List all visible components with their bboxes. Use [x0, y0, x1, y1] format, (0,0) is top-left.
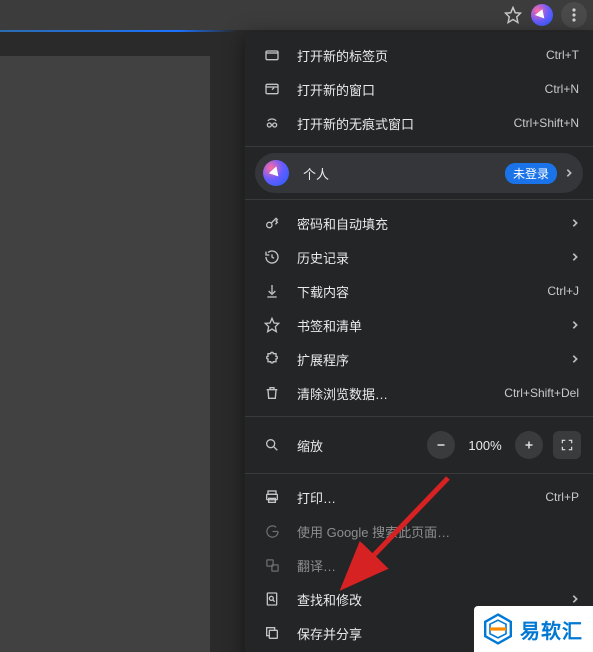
watermark-logo-icon	[482, 613, 514, 645]
kebab-menu-button[interactable]	[561, 2, 587, 28]
menu-item-bookmarks[interactable]: 书签和清单	[245, 308, 593, 342]
menu-item-downloads[interactable]: 下载内容 Ctrl+J	[245, 274, 593, 308]
menu-separator	[245, 416, 593, 417]
zoom-label: 缩放	[297, 436, 427, 455]
print-icon	[261, 489, 283, 505]
puzzle-icon	[261, 351, 283, 367]
chevron-right-icon	[571, 218, 579, 228]
menu-item-clear-data[interactable]: 清除浏览数据… Ctrl+Shift+Del	[245, 376, 593, 410]
profile-label: 个人	[303, 164, 505, 183]
menu-label: 密码和自动填充	[297, 214, 565, 233]
menu-label: 打开新的无痕式窗口	[297, 114, 514, 133]
search-page-icon	[261, 591, 283, 607]
star-icon	[261, 317, 283, 333]
profile-avatar-icon[interactable]	[531, 4, 553, 26]
fullscreen-button[interactable]	[553, 431, 581, 459]
menu-item-new-window[interactable]: 打开新的窗口 Ctrl+N	[245, 72, 593, 106]
menu-label: 打印…	[297, 488, 545, 507]
history-icon	[261, 249, 283, 265]
menu-item-print[interactable]: 打印… Ctrl+P	[245, 480, 593, 514]
key-icon	[261, 215, 283, 231]
zoom-value: 100%	[465, 438, 505, 453]
zoom-out-button[interactable]	[427, 431, 455, 459]
copy-icon	[261, 625, 283, 641]
menu-item-incognito[interactable]: 打开新的无痕式窗口 Ctrl+Shift+N	[245, 106, 593, 140]
menu-label: 下载内容	[297, 282, 547, 301]
zoom-icon	[261, 437, 283, 453]
menu-shortcut: Ctrl+J	[547, 284, 579, 298]
menu-separator	[245, 473, 593, 474]
menu-separator	[245, 199, 593, 200]
menu-label: 扩展程序	[297, 350, 565, 369]
incognito-icon	[261, 115, 283, 131]
watermark-text: 易软汇	[520, 615, 583, 644]
menu-label: 打开新的标签页	[297, 46, 546, 65]
menu-item-history[interactable]: 历史记录	[245, 240, 593, 274]
menu-label: 历史记录	[297, 248, 565, 267]
translate-icon	[261, 558, 283, 573]
main-menu-dropdown: 打开新的标签页 Ctrl+T 打开新的窗口 Ctrl+N 打开新的无痕式窗口 C…	[245, 32, 593, 652]
menu-item-new-tab[interactable]: 打开新的标签页 Ctrl+T	[245, 38, 593, 72]
menu-item-profile[interactable]: 个人 未登录	[255, 153, 583, 193]
menu-shortcut: Ctrl+Shift+Del	[504, 386, 579, 400]
menu-label: 翻译…	[297, 556, 579, 575]
zoom-in-button[interactable]	[515, 431, 543, 459]
chevron-right-icon	[571, 594, 579, 604]
menu-shortcut: Ctrl+Shift+N	[514, 116, 579, 130]
chevron-right-icon	[571, 354, 579, 364]
menu-label: 书签和清单	[297, 316, 565, 335]
menu-item-zoom: 缩放 100%	[245, 423, 593, 467]
window-icon	[261, 81, 283, 97]
download-icon	[261, 283, 283, 299]
menu-shortcut: Ctrl+T	[546, 48, 579, 62]
menu-label: 打开新的窗口	[297, 80, 545, 99]
tab-icon	[261, 47, 283, 63]
page-background	[0, 56, 210, 652]
menu-item-extensions[interactable]: 扩展程序	[245, 342, 593, 376]
google-icon	[261, 524, 283, 539]
menu-shortcut: Ctrl+P	[545, 490, 579, 504]
watermark: 易软汇	[474, 606, 593, 652]
bookmark-star-icon[interactable]	[503, 5, 523, 25]
trash-icon	[261, 385, 283, 401]
menu-item-google-search[interactable]: 使用 Google 搜索此页面…	[245, 514, 593, 548]
menu-separator	[245, 146, 593, 147]
menu-label: 使用 Google 搜索此页面…	[297, 522, 579, 541]
menu-item-passwords[interactable]: 密码和自动填充	[245, 206, 593, 240]
profile-avatar-icon	[263, 160, 289, 186]
menu-item-translate[interactable]: 翻译…	[245, 548, 593, 582]
menu-label: 清除浏览数据…	[297, 384, 504, 403]
chevron-right-icon	[571, 320, 579, 330]
chevron-right-icon	[565, 168, 573, 178]
profile-status-badge: 未登录	[505, 163, 557, 184]
menu-shortcut: Ctrl+N	[545, 82, 579, 96]
chevron-right-icon	[571, 252, 579, 262]
